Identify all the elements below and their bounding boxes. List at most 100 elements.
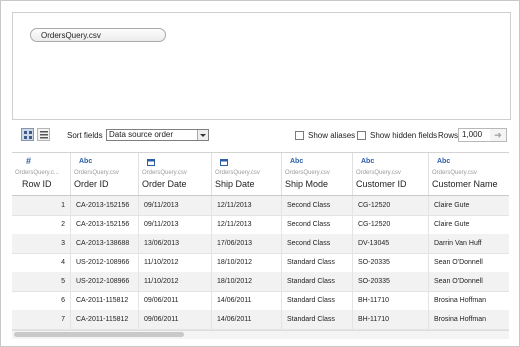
string-type-icon[interactable]: Abc [437, 158, 450, 165]
table-cell: 09/11/2013 [139, 196, 212, 215]
string-type-icon[interactable]: Abc [290, 158, 303, 165]
sort-fields-label: Sort fields [67, 131, 103, 140]
table-cell: CA-2013-152156 [71, 196, 139, 215]
column-source: OrdersQuery.csv [142, 170, 187, 176]
column-header[interactable]: Abc OrdersQuery.csv Customer ID [353, 153, 429, 195]
column-name: Row ID [22, 179, 52, 189]
table-cell: DV-13045 [353, 234, 429, 253]
table-cell: Standard Class [282, 253, 353, 272]
grid-view-icon [24, 131, 32, 139]
data-source-canvas[interactable]: OrdersQuery.csv [12, 12, 511, 120]
arrow-right-icon: ➔ [494, 130, 502, 140]
number-type-icon[interactable]: # [26, 156, 31, 166]
column-source: OrdersQuery.csv [432, 170, 477, 176]
table-cell: 09/06/2011 [139, 291, 212, 310]
table-cell: 14/06/2011 [212, 291, 282, 310]
show-hidden-checkbox[interactable] [357, 131, 366, 140]
table-cell: 17/06/2013 [212, 234, 282, 253]
scrollbar-thumb[interactable] [14, 332, 184, 337]
column-source: OrdersQuery.csv [215, 170, 260, 176]
data-grid: # OrdersQuery.c... Row ID Abc OrdersQuery.cs… [12, 152, 509, 331]
table-cell: 18/10/2012 [212, 253, 282, 272]
window: OrdersQuery.csv Sort fields Data source … [0, 0, 520, 347]
table-cell: 2 [12, 215, 71, 234]
column-source: OrdersQuery.csv [74, 170, 119, 176]
table-cell: 1 [12, 196, 71, 215]
table-cell: Brosina Hoffman [429, 310, 509, 329]
column-name: Ship Mode [285, 179, 329, 189]
table-cell: 09/06/2011 [139, 310, 212, 329]
column-header[interactable]: OrdersQuery.csv Order Date [139, 153, 212, 195]
column-header[interactable]: Abc OrdersQuery.csv Order ID [71, 153, 139, 195]
chevron-down-icon [197, 130, 208, 140]
table-cell: CA-2011-115812 [71, 291, 139, 310]
table-row[interactable]: 1 CA-2013-152156 09/11/2013 12/11/2013 Secon… [12, 196, 509, 216]
table-cell: SO-20335 [353, 272, 429, 291]
rows-label: Rows [438, 131, 459, 140]
show-aliases-checkbox[interactable] [295, 131, 304, 140]
column-name: Customer ID [356, 179, 407, 189]
table-cell: Sean O'Donnell [429, 272, 509, 291]
table-cell: Claire Gute [429, 196, 509, 215]
calendar-icon[interactable] [147, 158, 155, 168]
column-header[interactable]: Abc OrdersQuery.csv Customer Name [429, 153, 509, 195]
column-source: OrdersQuery.csv [285, 170, 330, 176]
rows-go-button[interactable]: ➔ [490, 128, 507, 142]
table-cell: 09/11/2013 [139, 215, 212, 234]
table-cell: CG-12520 [353, 196, 429, 215]
table-row[interactable]: 5 US-2012-108966 11/10/2012 18/10/2012 Stand… [12, 272, 509, 292]
list-view-button[interactable] [37, 128, 50, 141]
table-cell: 4 [12, 253, 71, 272]
table-cell: 12/11/2013 [212, 196, 282, 215]
list-view-icon [40, 131, 48, 139]
column-header[interactable]: OrdersQuery.csv Ship Date [212, 153, 282, 195]
table-cell: BH-11710 [353, 291, 429, 310]
table-cell: CA-2013-152156 [71, 215, 139, 234]
table-row[interactable]: 4 US-2012-108966 11/10/2012 18/10/2012 Stand… [12, 253, 509, 273]
string-type-icon[interactable]: Abc [79, 158, 92, 165]
table-row[interactable]: 6 CA-2011-115812 09/06/2011 14/06/2011 Stand… [12, 291, 509, 311]
table-cell: Claire Gute [429, 215, 509, 234]
table-cell: 13/06/2013 [139, 234, 212, 253]
source-table-pill[interactable]: OrdersQuery.csv [30, 28, 166, 42]
table-cell: Second Class [282, 215, 353, 234]
calendar-icon[interactable] [220, 158, 228, 168]
table-cell: Brosina Hoffman [429, 291, 509, 310]
table-cell: 18/10/2012 [212, 272, 282, 291]
column-header[interactable]: Abc OrdersQuery.csv Ship Mode [282, 153, 353, 195]
column-name: Customer Name [432, 179, 498, 189]
show-hidden-label: Show hidden fields [370, 131, 438, 140]
table-cell: Darrin Van Huff [429, 234, 509, 253]
table-cell: US-2012-108966 [71, 253, 139, 272]
column-header[interactable]: # OrdersQuery.c... Row ID [12, 153, 71, 195]
table-cell: Second Class [282, 196, 353, 215]
grid-toolbar: Sort fields Data source order Show alias… [12, 125, 509, 147]
sort-fields-value: Data source order [109, 130, 174, 139]
string-type-icon[interactable]: Abc [361, 158, 374, 165]
table-cell: Sean O'Donnell [429, 253, 509, 272]
show-aliases-label: Show aliases [308, 131, 356, 140]
grid-header-row: # OrdersQuery.c... Row ID Abc OrdersQuery.cs… [12, 153, 509, 196]
table-cell: CG-12520 [353, 215, 429, 234]
table-cell: Second Class [282, 234, 353, 253]
table-cell: Standard Class [282, 291, 353, 310]
table-cell: SO-20335 [353, 253, 429, 272]
horizontal-scrollbar[interactable] [12, 330, 509, 339]
column-name: Ship Date [215, 179, 255, 189]
column-name: Order Date [142, 179, 187, 189]
table-row[interactable]: 7 CA-2011-115812 09/06/2011 14/06/2011 Stand… [12, 310, 509, 330]
table-cell: 5 [12, 272, 71, 291]
table-cell: 11/10/2012 [139, 272, 212, 291]
column-source: OrdersQuery.c... [15, 170, 59, 176]
table-cell: 14/06/2011 [212, 310, 282, 329]
table-cell: Standard Class [282, 272, 353, 291]
table-row[interactable]: 3 CA-2013-138688 13/06/2013 17/06/2013 Secon… [12, 234, 509, 254]
table-row[interactable]: 2 CA-2013-152156 09/11/2013 12/11/2013 Secon… [12, 215, 509, 235]
table-cell: BH-11710 [353, 310, 429, 329]
sort-fields-select[interactable]: Data source order [106, 129, 209, 141]
table-cell: CA-2013-138688 [71, 234, 139, 253]
table-cell: CA-2011-115812 [71, 310, 139, 329]
grid-view-button[interactable] [21, 128, 34, 141]
table-cell: Standard Class [282, 310, 353, 329]
table-cell: 6 [12, 291, 71, 310]
